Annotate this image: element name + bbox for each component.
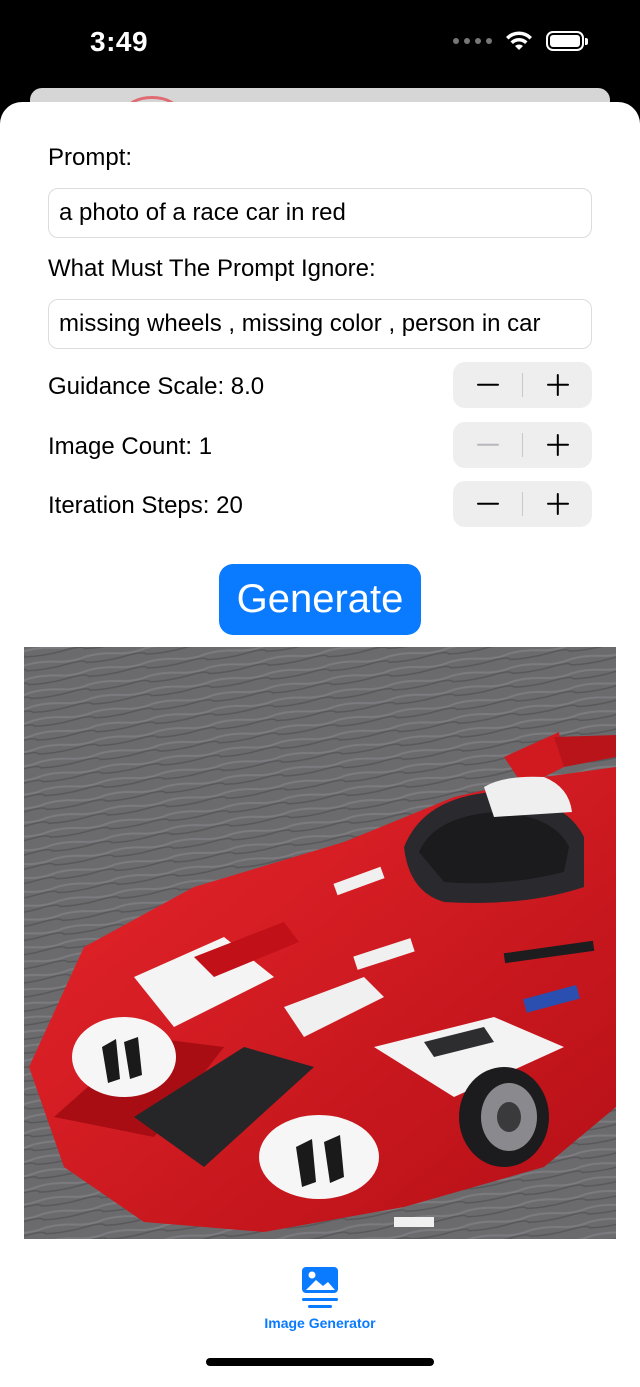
iteration-steps-label: Iteration Steps: 20 [48,492,243,519]
guidance-decrement-button[interactable] [453,362,522,408]
cellular-signal-icon [453,38,492,44]
iteration-steps-stepper [453,481,592,527]
home-indicator[interactable] [206,1358,434,1366]
generate-button[interactable]: Generate [219,564,421,635]
tab-image-generator[interactable]: Image Generator [250,1267,390,1339]
race-car-image [24,647,616,1239]
photo-icon [300,1267,340,1309]
tab-image-generator-label: Image Generator [264,1315,376,1331]
prompt-input[interactable]: a photo of a race car in red [48,188,592,238]
image-generator-sheet: Prompt: a photo of a race car in red Wha… [0,102,640,1387]
image-count-decrement-button[interactable] [453,422,522,468]
image-count-increment-button[interactable] [523,422,592,468]
generated-image [24,647,616,1239]
image-count-label: Image Count: 1 [48,433,213,460]
status-time: 3:49 [90,26,149,57]
guidance-increment-button[interactable] [523,362,592,408]
guidance-scale-label: Guidance Scale: 8.0 [48,373,265,400]
wifi-icon [506,31,532,50]
prompt-label: Prompt: [48,144,133,171]
steps-increment-button[interactable] [523,481,592,527]
status-bar: 3:49 [0,0,640,90]
negative-prompt-input[interactable]: missing wheels , missing color , person … [48,299,592,349]
status-icons [453,30,588,52]
guidance-scale-stepper [453,362,592,408]
image-count-stepper [453,422,592,468]
steps-decrement-button[interactable] [453,481,522,527]
negative-prompt-label: What Must The Prompt Ignore: [48,255,376,282]
battery-icon [546,31,588,51]
